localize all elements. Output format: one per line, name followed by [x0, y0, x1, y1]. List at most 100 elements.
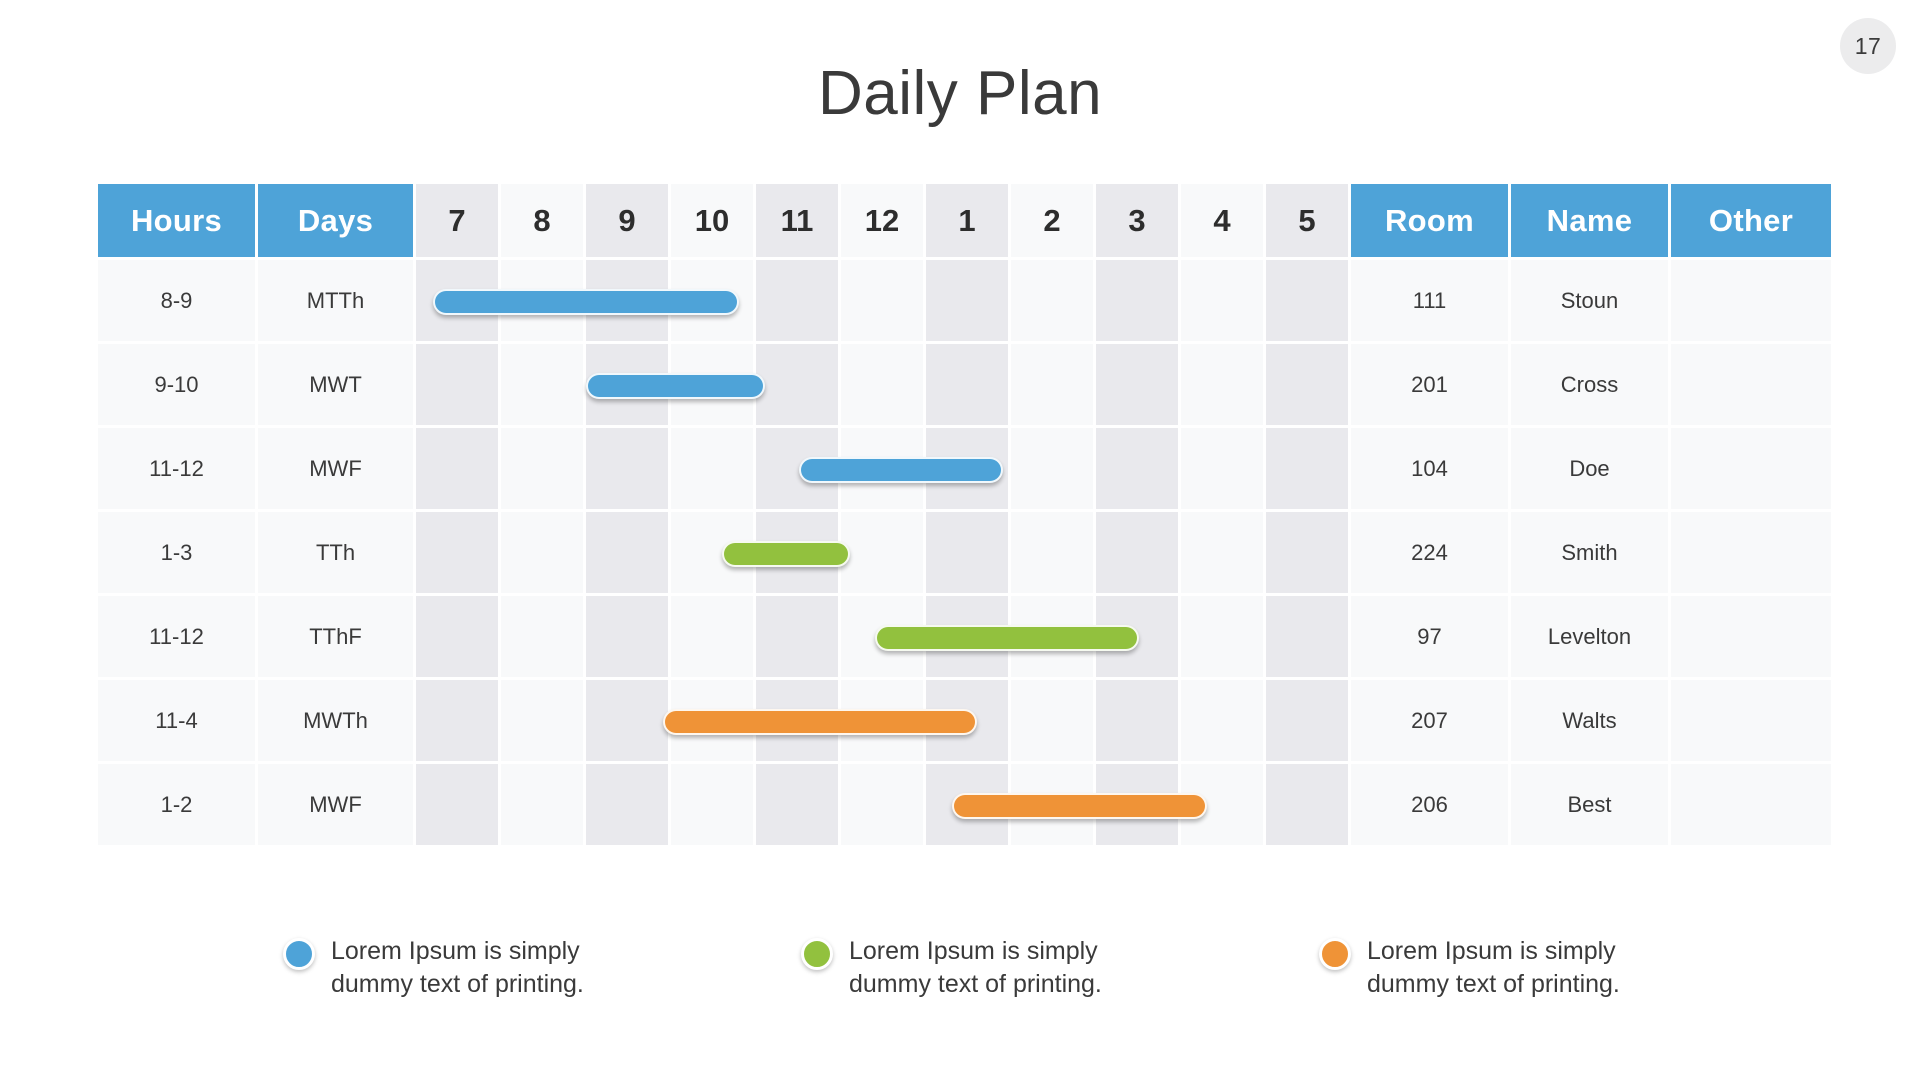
header-hour-12: 12	[841, 184, 926, 260]
cell-hour-10	[671, 512, 756, 596]
cell-hour-9	[586, 764, 671, 848]
page-number-text: 17	[1854, 32, 1882, 59]
cell-hour-11	[756, 596, 841, 680]
cell-hour-7	[416, 680, 501, 764]
cell-other	[1671, 428, 1831, 512]
cell-hour-8	[501, 428, 586, 512]
cell-hour-5	[1266, 596, 1351, 680]
cell-hour-12	[841, 428, 926, 512]
table-header-row: Hours Days 7 8 9 10 11 12 1 2 3 4 5 Room Name Other	[98, 184, 1831, 260]
cell-hour-7	[416, 428, 501, 512]
cell-hour-10	[671, 344, 756, 428]
legend-item: Lorem Ipsum is simply dummy text of prin…	[283, 935, 601, 1001]
cell-hour-3	[1096, 512, 1181, 596]
cell-hour-4	[1181, 344, 1266, 428]
cell-room: 111	[1351, 260, 1511, 344]
cell-name: Best	[1511, 764, 1671, 848]
cell-hour-12	[841, 512, 926, 596]
page-title: Daily Plan	[817, 59, 1103, 128]
header-hour-4: 4	[1181, 184, 1266, 260]
cell-hour-11	[756, 764, 841, 848]
cell-hour-8	[501, 680, 586, 764]
cell-hours: 1-2	[98, 764, 258, 848]
cell-hour-3	[1096, 344, 1181, 428]
cell-other	[1671, 680, 1831, 764]
table-body: 8-9 MTTh 111 Stoun 9-10 MWT 201 Cross 11-12 MWF 10…	[98, 260, 1831, 848]
cell-other	[1671, 512, 1831, 596]
legend-color-dot	[283, 938, 315, 970]
legend-color-dot	[1319, 938, 1351, 970]
header-hour-10: 10	[671, 184, 756, 260]
cell-hour-2	[1011, 344, 1096, 428]
cell-hour-10	[671, 596, 756, 680]
header-other: Other	[1671, 184, 1831, 260]
table-row[interactable]: 1-3 TTh 224 Smith	[98, 512, 1831, 596]
table-row[interactable]: 1-2 MWF 206 Best	[98, 764, 1831, 848]
cell-hour-1	[926, 428, 1011, 512]
legend-label: Lorem Ipsum is simply dummy text of prin…	[331, 937, 584, 998]
cell-hour-3	[1096, 596, 1181, 680]
header-days: Days	[258, 184, 416, 260]
cell-hours: 11-12	[98, 428, 258, 512]
header-hour-5: 5	[1266, 184, 1351, 260]
legend-color-dot	[801, 938, 833, 970]
cell-hour-9	[586, 260, 671, 344]
legend-item: Lorem Ipsum is simply dummy text of prin…	[1319, 935, 1637, 1001]
header-name: Name	[1511, 184, 1671, 260]
cell-days: TThF	[258, 596, 416, 680]
daily-plan-table: Hours Days 7 8 9 10 11 12 1 2 3 4 5 Room Name Other…	[98, 184, 1831, 848]
cell-room: 104	[1351, 428, 1511, 512]
cell-hour-9	[586, 512, 671, 596]
cell-hours: 1-3	[98, 512, 258, 596]
header-hour-2: 2	[1011, 184, 1096, 260]
cell-hour-10	[671, 764, 756, 848]
cell-hour-3	[1096, 428, 1181, 512]
cell-hour-4	[1181, 428, 1266, 512]
cell-room: 224	[1351, 512, 1511, 596]
cell-hour-2	[1011, 680, 1096, 764]
table-row[interactable]: 9-10 MWT 201 Cross	[98, 344, 1831, 428]
cell-hour-3	[1096, 680, 1181, 764]
cell-days: MTTh	[258, 260, 416, 344]
cell-hours: 11-12	[98, 596, 258, 680]
cell-room: 206	[1351, 764, 1511, 848]
cell-hour-10	[671, 680, 756, 764]
cell-days: MWF	[258, 428, 416, 512]
cell-hour-4	[1181, 764, 1266, 848]
cell-hour-5	[1266, 764, 1351, 848]
cell-hour-8	[501, 512, 586, 596]
cell-hours: 9-10	[98, 344, 258, 428]
legend-label: Lorem Ipsum is simply dummy text of prin…	[1367, 937, 1620, 998]
cell-hour-3	[1096, 260, 1181, 344]
cell-room: 201	[1351, 344, 1511, 428]
cell-hour-11	[756, 512, 841, 596]
cell-other	[1671, 344, 1831, 428]
table-row[interactable]: 8-9 MTTh 111 Stoun	[98, 260, 1831, 344]
cell-hour-1	[926, 596, 1011, 680]
cell-hour-11	[756, 260, 841, 344]
cell-hour-9	[586, 596, 671, 680]
cell-hour-2	[1011, 260, 1096, 344]
cell-room: 97	[1351, 596, 1511, 680]
cell-hour-3	[1096, 764, 1181, 848]
cell-hour-11	[756, 680, 841, 764]
cell-hour-8	[501, 596, 586, 680]
table-row[interactable]: 11-4 MWTh 207 Walts	[98, 680, 1831, 764]
cell-hour-9	[586, 680, 671, 764]
cell-hour-12	[841, 764, 926, 848]
table-row[interactable]: 11-12 TThF 97 Levelton	[98, 596, 1831, 680]
cell-hour-7	[416, 344, 501, 428]
cell-hour-2	[1011, 428, 1096, 512]
cell-hour-1	[926, 764, 1011, 848]
cell-hour-5	[1266, 512, 1351, 596]
cell-name: Smith	[1511, 512, 1671, 596]
header-hour-1: 1	[926, 184, 1011, 260]
cell-hour-2	[1011, 764, 1096, 848]
table-row[interactable]: 11-12 MWF 104 Doe	[98, 428, 1831, 512]
cell-hour-7	[416, 596, 501, 680]
cell-hour-7	[416, 512, 501, 596]
legend-label: Lorem Ipsum is simply dummy text of prin…	[849, 937, 1102, 998]
cell-hour-1	[926, 260, 1011, 344]
cell-days: MWTh	[258, 680, 416, 764]
cell-hour-11	[756, 428, 841, 512]
